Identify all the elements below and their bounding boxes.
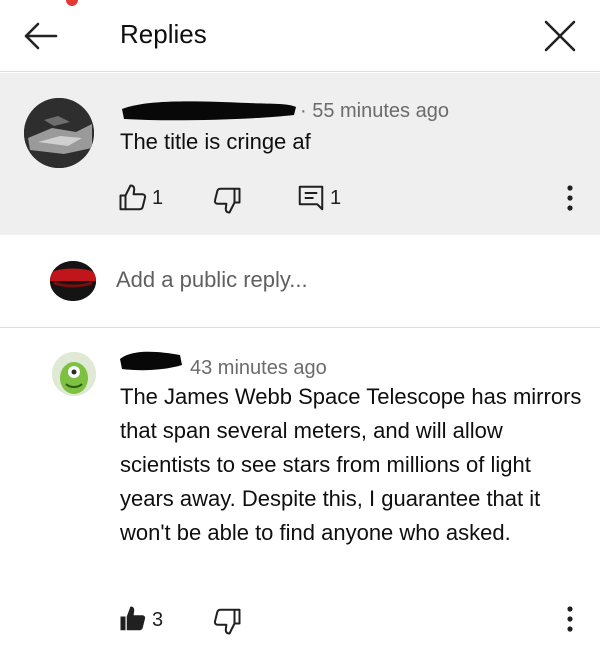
top-app-bar: Replies bbox=[0, 0, 600, 72]
thumbs-up-icon bbox=[120, 606, 146, 631]
avatar-image-icon bbox=[24, 98, 94, 168]
more-options-button[interactable] bbox=[560, 181, 580, 215]
thumbs-down-icon bbox=[213, 608, 241, 635]
timestamp-text: 55 minutes ago bbox=[312, 100, 449, 122]
avatar-image-icon bbox=[50, 261, 96, 301]
page-title: Replies bbox=[120, 19, 207, 49]
avatar[interactable] bbox=[52, 352, 96, 396]
like-count: 1 bbox=[152, 187, 164, 209]
avatar-image-icon bbox=[52, 352, 96, 396]
redaction-mark bbox=[122, 101, 296, 121]
back-button[interactable] bbox=[18, 16, 62, 56]
like-count: 3 bbox=[152, 609, 164, 631]
comment-text: The title is cringe af bbox=[120, 129, 311, 154]
public-reply-input[interactable]: Add a public reply... bbox=[116, 264, 556, 296]
close-icon bbox=[544, 20, 576, 52]
thumbs-up-icon bbox=[119, 184, 147, 211]
like-button[interactable] bbox=[118, 183, 148, 213]
current-user-avatar bbox=[50, 261, 96, 301]
more-vert-icon bbox=[567, 185, 573, 211]
reply-button[interactable] bbox=[296, 183, 326, 213]
reply-count: 1 bbox=[330, 187, 342, 209]
comment-text: The James Webb Space Telescope has mirro… bbox=[120, 384, 582, 545]
comment-icon bbox=[298, 185, 324, 211]
more-options-button[interactable] bbox=[560, 602, 580, 636]
close-button[interactable] bbox=[538, 14, 582, 58]
avatar[interactable] bbox=[24, 98, 94, 168]
redacted-username bbox=[118, 95, 298, 125]
recording-indicator-icon bbox=[66, 0, 78, 6]
like-button[interactable] bbox=[118, 604, 148, 634]
dislike-button[interactable] bbox=[212, 185, 242, 215]
more-vert-icon bbox=[567, 606, 573, 632]
comment-timestamp: 43 minutes ago bbox=[190, 357, 327, 379]
arrow-left-icon bbox=[24, 22, 58, 50]
thumbs-down-icon bbox=[213, 187, 241, 214]
comment-timestamp: · 55 minutes ago bbox=[300, 100, 449, 122]
dislike-button[interactable] bbox=[212, 606, 242, 636]
redacted-username bbox=[118, 345, 184, 375]
redaction-mark bbox=[120, 351, 182, 371]
